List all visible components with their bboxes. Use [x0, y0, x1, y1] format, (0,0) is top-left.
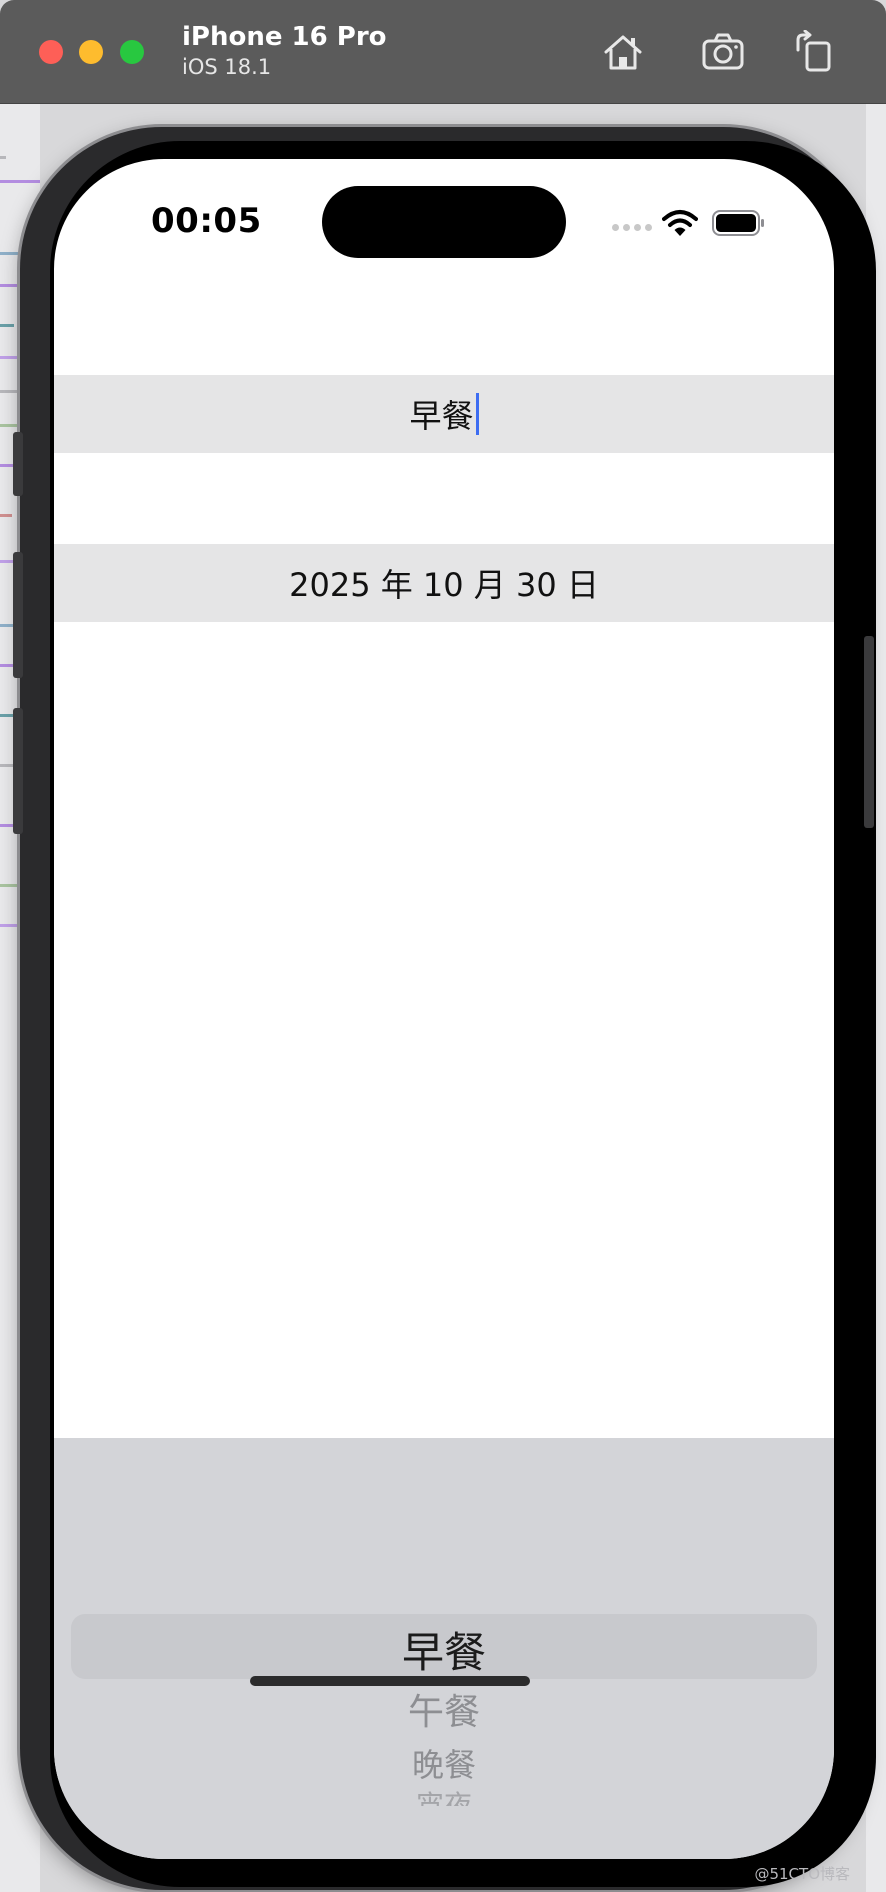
power-button[interactable] — [864, 636, 874, 828]
text-caret — [475, 393, 479, 435]
home-indicator[interactable] — [250, 1676, 530, 1686]
action-button[interactable] — [13, 432, 23, 496]
device-name: iPhone 16 Pro — [182, 22, 387, 52]
volume-down-button[interactable] — [13, 708, 23, 834]
simulator-title-bar: iPhone 16 Pro iOS 18.1 — [0, 0, 886, 104]
wifi-icon — [662, 209, 698, 237]
picker-option[interactable]: 晚餐 — [54, 1740, 834, 1786]
volume-up-button[interactable] — [13, 552, 23, 678]
phone-screen: 00:05 早餐 2025 年 10 月 30 日 早餐 午餐 晚餐 宵夜 — [54, 159, 834, 1859]
battery-icon — [712, 210, 766, 236]
cellular-icon — [612, 224, 652, 231]
meal-picker[interactable]: 早餐 午餐 晚餐 宵夜 — [54, 1438, 834, 1859]
picker-option[interactable]: 早餐 — [54, 1619, 834, 1680]
meal-input[interactable]: 早餐 — [54, 375, 834, 453]
dynamic-island — [322, 186, 566, 258]
date-field[interactable]: 2025 年 10 月 30 日 — [54, 544, 834, 622]
zoom-window-button[interactable] — [120, 40, 144, 64]
rotate-icon[interactable] — [792, 29, 836, 74]
status-time: 00:05 — [151, 201, 262, 241]
watermark: @51CTO博客 — [754, 1865, 850, 1883]
meal-input-value: 早餐 — [409, 397, 474, 435]
close-window-button[interactable] — [39, 40, 63, 64]
date-field-value: 2025 年 10 月 30 日 — [289, 566, 599, 604]
screenshot-icon[interactable] — [701, 30, 745, 74]
minimize-window-button[interactable] — [79, 40, 103, 64]
os-version: iOS 18.1 — [182, 55, 272, 79]
picker-option[interactable]: 午餐 — [54, 1683, 834, 1735]
picker-option[interactable]: 宵夜 — [54, 1784, 834, 1806]
home-icon[interactable] — [601, 30, 645, 74]
